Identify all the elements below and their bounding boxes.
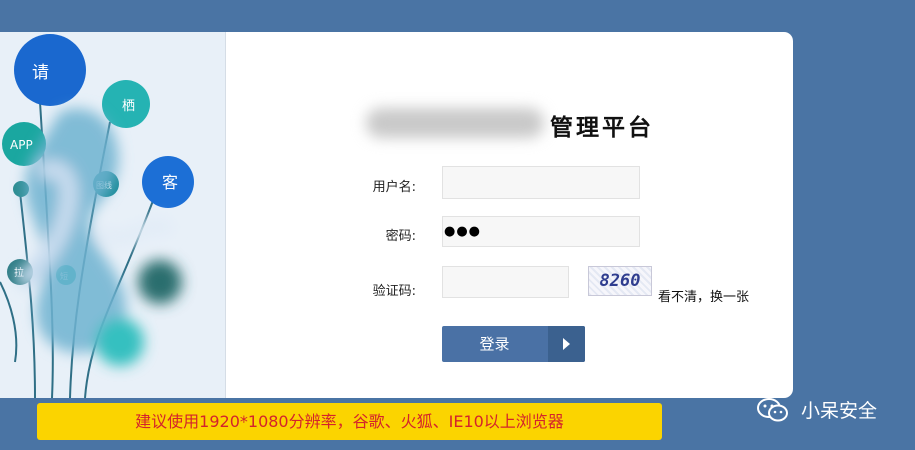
- captcha-input[interactable]: [442, 266, 569, 298]
- bubble-label-1: 请: [32, 63, 49, 83]
- password-label: 密码:: [385, 229, 416, 244]
- platform-title-text: 管理平台: [550, 114, 654, 141]
- platform-title: 管理平台: [360, 104, 700, 144]
- captcha-label: 验证码:: [372, 284, 416, 299]
- watermark-text: 小呆安全: [801, 400, 878, 422]
- captcha-refresh-link[interactable]: 看不清，换一张: [658, 286, 749, 305]
- watermark: 小呆安全: [757, 396, 877, 423]
- arrow-right-icon: [548, 326, 585, 362]
- bubble-1: [14, 34, 86, 106]
- bubble-label-2: 栖: [122, 99, 135, 114]
- bubble-label-3: APP: [10, 138, 33, 152]
- password-value: ●●●: [444, 224, 482, 239]
- browser-notice: 建议使用1920*1080分辨率，谷歌、火狐、IE10以上浏览器: [37, 403, 662, 440]
- login-button[interactable]: 登录: [442, 326, 585, 362]
- decorative-illustration: 请 栖 APP 客 图线 拉 短: [0, 32, 226, 398]
- login-button-label: 登录: [479, 335, 510, 353]
- username-input[interactable]: [442, 166, 640, 199]
- redacted-title-prefix: [366, 108, 544, 138]
- captcha-image[interactable]: 8260: [588, 266, 652, 296]
- wechat-icon: [757, 397, 788, 421]
- username-label: 用户名:: [372, 180, 416, 195]
- login-card: 请 栖 APP 客 图线 拉 短 管理平台: [0, 32, 793, 398]
- bubble-label-4: 客: [162, 173, 178, 192]
